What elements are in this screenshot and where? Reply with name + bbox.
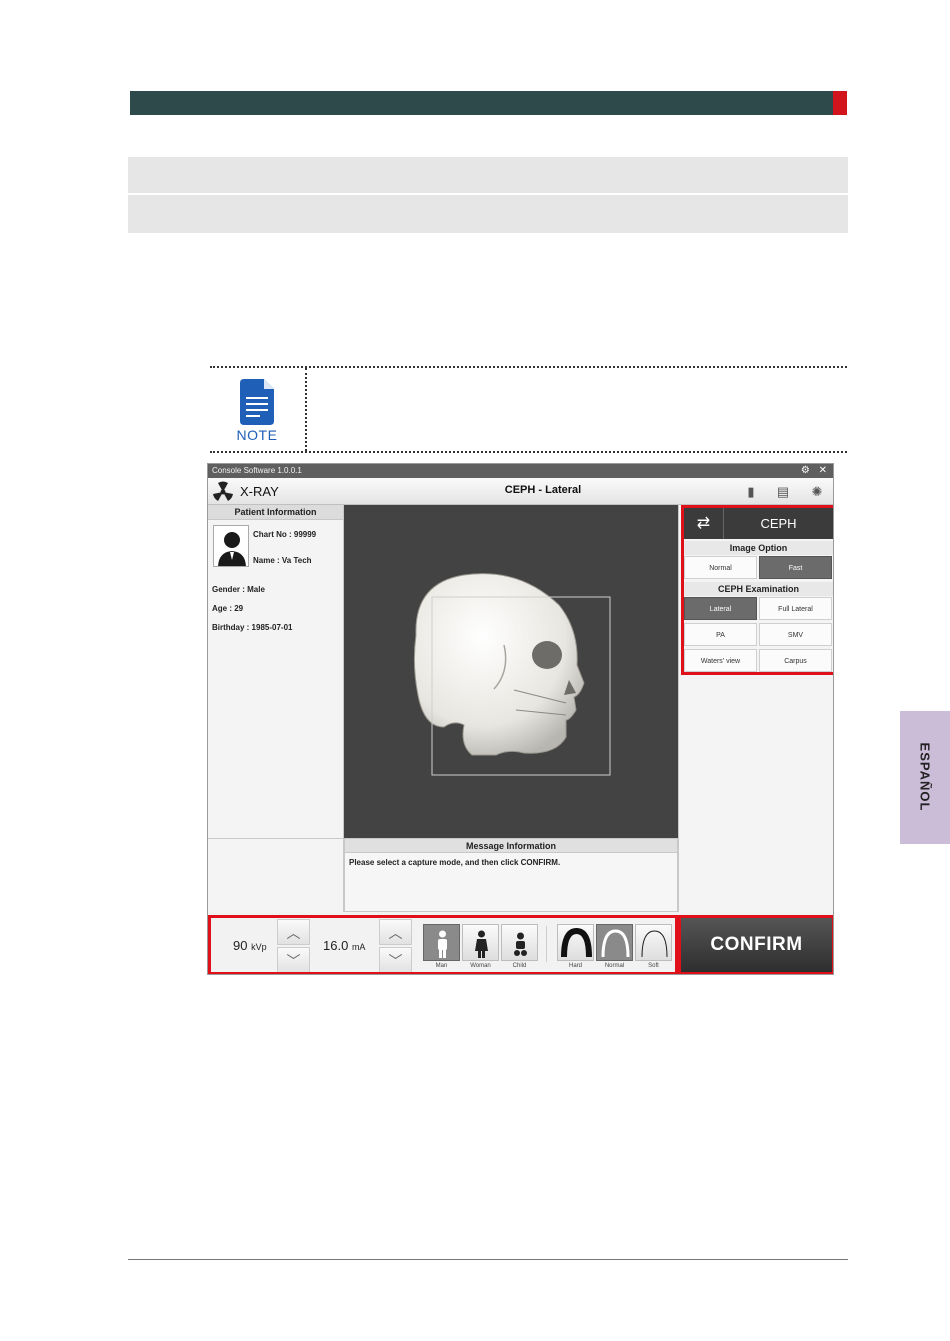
- header-accent: [833, 91, 847, 115]
- patient-age: Age : 29: [212, 604, 244, 613]
- patient-name: Name : Va Tech: [253, 556, 312, 565]
- close-icon[interactable]: ✕: [819, 465, 827, 476]
- patient-gender: Gender : Male: [212, 585, 265, 594]
- language-tab-label: ESPAÑOL: [917, 742, 933, 812]
- message-text: Please select a capture mode, and then c…: [349, 858, 561, 867]
- settings-icon[interactable]: ⚙: [801, 465, 810, 476]
- lamp-icon[interactable]: ✺: [805, 481, 829, 502]
- confirm-frame: CONFIRM: [678, 915, 833, 974]
- chart-number: Chart No : 99999: [253, 530, 317, 539]
- language-tab: ESPAÑOL: [900, 711, 950, 844]
- exposure-bar: 90 kVp ︿ ﹀ 16.0 mA ︿ ﹀ Man Woman Child H…: [208, 912, 833, 974]
- subheading-band: [128, 195, 848, 233]
- skull-preview-image: [344, 505, 678, 838]
- sensor-icon[interactable]: ▮: [739, 481, 763, 502]
- note-label: NOTE: [236, 427, 278, 443]
- app-brand: X-RAY: [240, 484, 279, 499]
- avatar: [213, 525, 249, 567]
- message-header: Message Information: [345, 839, 677, 853]
- stack-icon[interactable]: ▤: [771, 481, 795, 502]
- highlight-frame-exposure: [208, 915, 678, 974]
- window-title: Console Software 1.0.0.1: [212, 466, 302, 475]
- patient-info-panel: Patient Information Chart No : 99999 Nam…: [208, 505, 344, 838]
- highlight-frame-ceph: [681, 505, 833, 675]
- app-header: X-RAY CEPH - Lateral ▮ ▤ ✺: [208, 478, 833, 505]
- note-document-icon: [238, 377, 276, 432]
- patient-info-header: Patient Information: [208, 505, 343, 520]
- confirm-button[interactable]: CONFIRM: [681, 918, 832, 972]
- note-separator: [305, 368, 307, 451]
- heading-band: [128, 157, 848, 193]
- console-software-window: Console Software 1.0.0.1 ⚙ ✕ X-RAY CEPH …: [207, 463, 834, 975]
- footer-rule: [128, 1259, 848, 1260]
- message-panel: Message Information Please select a capt…: [344, 838, 678, 912]
- view-title: CEPH - Lateral: [504, 484, 582, 496]
- header-bar: [130, 91, 833, 115]
- window-titlebar: Console Software 1.0.0.1 ⚙ ✕: [208, 464, 833, 478]
- radiation-icon: [211, 481, 235, 507]
- patient-panel-footer: [208, 838, 344, 912]
- patient-birthday: Birthday : 1985-07-01: [212, 623, 293, 632]
- ceph-options-panel: ⇄ CEPH Image Option Normal Fast CEPH Exa…: [678, 505, 833, 912]
- image-viewer: [344, 505, 678, 838]
